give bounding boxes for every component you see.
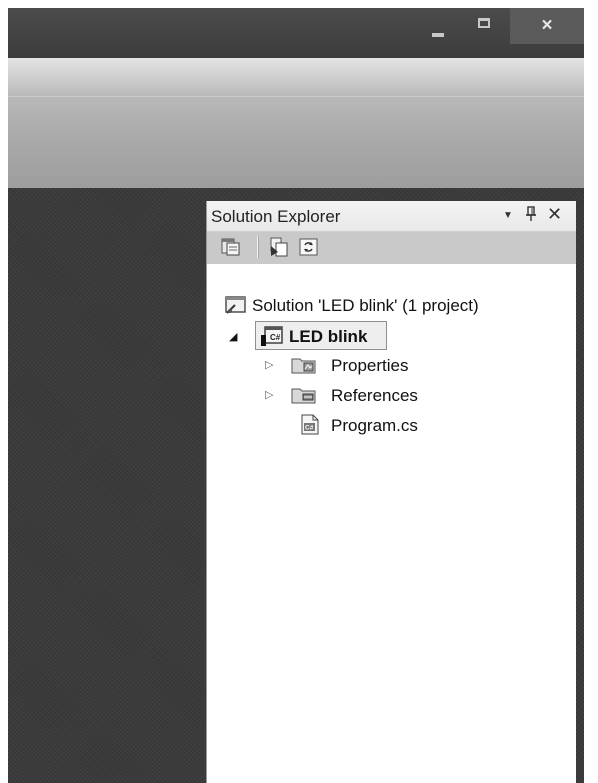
tree-item-label: Properties (331, 356, 409, 375)
title-bar: × (8, 8, 584, 58)
tree-item-program-cs[interactable]: C# Program.cs (207, 412, 576, 438)
dropdown-arrow-icon[interactable]: ▼ (503, 210, 513, 221)
tree-item-properties[interactable]: ▷ Properties (207, 352, 576, 378)
svg-text:C#: C# (305, 425, 314, 432)
close-window-button[interactable]: × (510, 8, 584, 44)
solution-explorer-toolbar (207, 232, 576, 264)
close-icon[interactable]: ✕ (547, 204, 562, 225)
expanded-arrow-icon[interactable]: ◢ (229, 330, 237, 343)
svg-text:C#: C# (270, 333, 281, 342)
solution-explorer-panel: Solution Explorer ▼ ✕ Solution 'LED blin… (206, 201, 576, 783)
tree-item-project[interactable]: ◢ C# LED blink (207, 321, 576, 351)
csharp-project-icon: C# (261, 325, 285, 347)
collapsed-arrow-icon[interactable]: ▷ (265, 358, 273, 371)
refresh-icon[interactable] (297, 236, 321, 258)
properties-icon[interactable] (219, 236, 243, 258)
tree-item-references[interactable]: ▷ References (207, 382, 576, 408)
tree-item-label: References (331, 386, 418, 405)
solution-explorer-header: Solution Explorer ▼ ✕ (207, 201, 576, 232)
tree-item-label: LED blink (289, 327, 368, 346)
tree-item-label: Program.cs (331, 416, 418, 435)
show-all-files-icon[interactable] (267, 236, 291, 258)
tree-item-label: Solution 'LED blink' (1 project) (252, 296, 479, 315)
maximize-button[interactable] (462, 8, 506, 44)
close-window-icon: × (541, 15, 553, 36)
ide-window: × Solution Explorer ▼ ✕ Solution 'LED bl… (8, 8, 584, 783)
csharp-file-icon: C# (299, 414, 321, 436)
references-folder-icon (291, 385, 317, 405)
minimize-button[interactable] (416, 8, 460, 44)
pin-icon[interactable] (525, 206, 537, 222)
collapsed-arrow-icon[interactable]: ▷ (265, 388, 273, 401)
properties-folder-icon (291, 355, 317, 375)
menu-toolbar-area (8, 58, 584, 188)
solution-icon (225, 295, 247, 315)
panel-title: Solution Explorer (211, 207, 341, 226)
toolbar-separator (257, 236, 258, 258)
